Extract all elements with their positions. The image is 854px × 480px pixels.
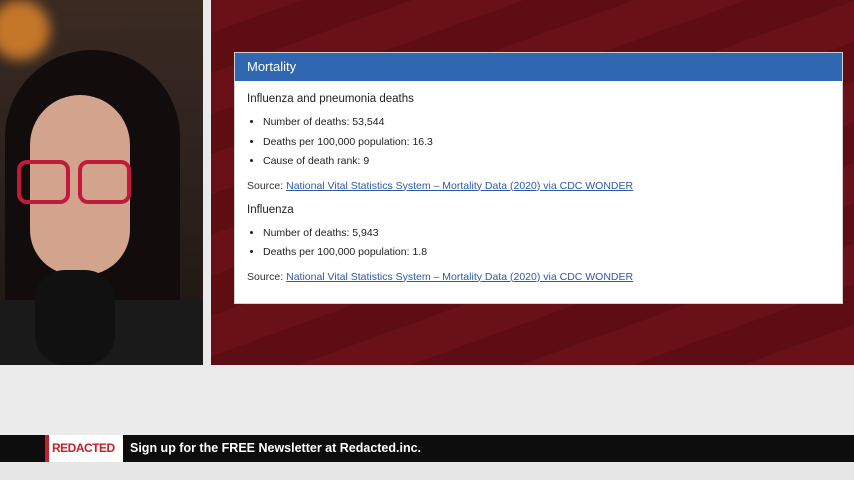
video-divider xyxy=(203,0,211,365)
section-influenza: Influenza Number of deaths: 5,943 Deaths… xyxy=(235,204,842,283)
panel-header: Mortality xyxy=(235,53,842,81)
source-label: Source: xyxy=(247,179,287,192)
lower-third-bar xyxy=(0,435,854,462)
list-item: Deaths per 100,000 population: 16.3 xyxy=(263,133,842,153)
mortality-panel: Mortality Influenza and pneumonia deaths… xyxy=(234,52,843,304)
section-title: Influenza xyxy=(247,203,294,216)
list-item: Cause of death rank: 9 xyxy=(263,152,842,172)
presenter-video xyxy=(0,0,203,365)
source-line: Source: National Vital Statistics System… xyxy=(247,180,842,192)
list-item: Number of deaths: 5,943 xyxy=(263,224,842,244)
bottom-strip xyxy=(0,462,854,480)
list-item: Number of deaths: 53,544 xyxy=(263,113,842,133)
source-link[interactable]: National Vital Statistics System – Morta… xyxy=(286,271,633,283)
source-link[interactable]: National Vital Statistics System – Morta… xyxy=(286,180,633,192)
redacted-logo: REDACTED xyxy=(45,435,123,462)
watermark-band xyxy=(0,365,854,435)
glasses-left-lens xyxy=(17,160,70,204)
newsletter-ticker: Sign up for the FREE Newsletter at Redac… xyxy=(130,441,422,455)
section-influenza-pneumonia: Influenza and pneumonia deaths Number of… xyxy=(235,93,842,192)
source-label: Source: xyxy=(247,270,287,283)
list-item: Deaths per 100,000 population: 1.8 xyxy=(263,243,842,263)
microphone xyxy=(35,270,115,365)
stat-list: Number of deaths: 53,544 Deaths per 100,… xyxy=(235,113,842,172)
source-line: Source: National Vital Statistics System… xyxy=(247,271,842,283)
stat-list: Number of deaths: 5,943 Deaths per 100,0… xyxy=(235,224,842,263)
section-title: Influenza and pneumonia deaths xyxy=(247,93,414,105)
glasses-right-lens xyxy=(78,160,131,204)
